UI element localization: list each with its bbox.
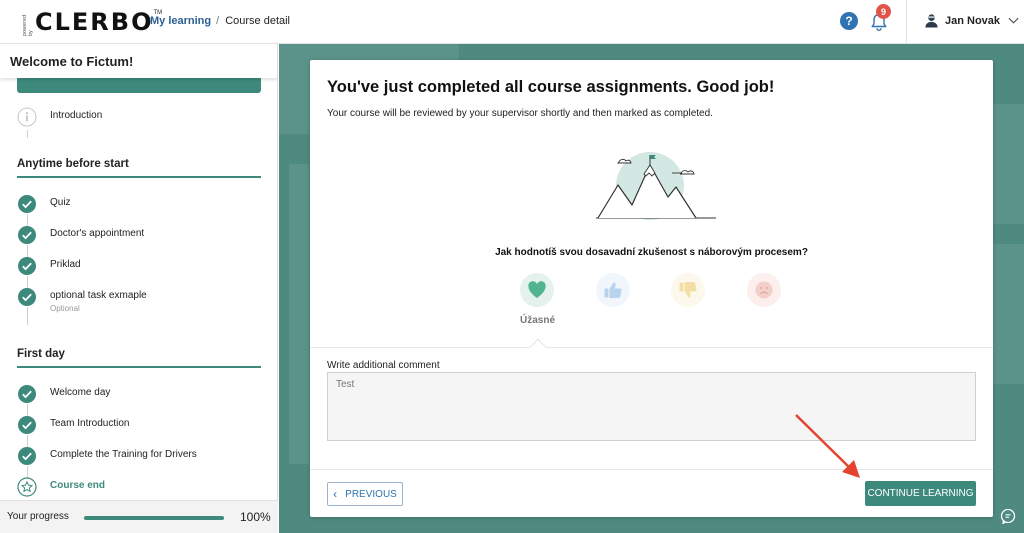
check-circle-icon	[18, 416, 36, 434]
breadcrumb-separator: /	[216, 15, 220, 27]
annotation-arrow-icon	[795, 414, 860, 478]
user-menu[interactable]: Jan Novak	[924, 13, 1019, 28]
sad-face-icon	[755, 281, 773, 299]
completion-card: You've just completed all course assignm…	[310, 60, 993, 517]
help-icon[interactable]: ?	[840, 12, 858, 30]
progress-label: Your progress	[7, 511, 69, 522]
course-sidebar: Welcome to Fictum! Introduction Anytime …	[0, 44, 278, 533]
rating-option-bad[interactable]	[671, 273, 705, 307]
progress-fill	[84, 516, 224, 520]
top-bar: powered by CLERBO TM My learning / Cours…	[0, 0, 1024, 44]
rating-option-good[interactable]	[596, 273, 630, 307]
rating-question: Jak hodnotíš svou dosavadní zkušenost s …	[495, 247, 808, 258]
star-icon	[17, 477, 37, 497]
check-circle-icon	[18, 288, 36, 306]
user-name: Jan Novak	[945, 14, 1001, 27]
sidebar-item-label: Course end	[50, 480, 106, 491]
sidebar-item-label: optional task exmaple Optional	[50, 287, 147, 315]
card-subtitle: Your course will be reviewed by your sup…	[327, 108, 713, 119]
logo-text: CLERBO	[35, 8, 154, 36]
sidebar-item-label: Doctor's appointment	[50, 228, 145, 239]
check-circle-icon	[18, 226, 36, 244]
check-circle-icon	[18, 195, 36, 213]
rating-option-terrible[interactable]	[747, 273, 781, 307]
info-icon	[17, 107, 37, 127]
progress-value: 100%	[240, 510, 271, 524]
previous-button-label: PREVIOUS	[345, 488, 397, 500]
chat-icon[interactable]	[1000, 508, 1016, 524]
avatar	[925, 14, 938, 28]
comment-input[interactable]	[327, 372, 976, 441]
continue-learning-button[interactable]: CONTINUE LEARNING	[865, 481, 976, 506]
previous-button[interactable]: ‹ PREVIOUS	[327, 482, 403, 506]
sidebar-item-label: Team Introduction	[50, 418, 130, 429]
section-first-day: First day	[17, 348, 261, 368]
header-divider	[906, 0, 907, 44]
sidebar-item-label: Introduction	[50, 110, 103, 121]
logo-tagline: powered by	[22, 14, 34, 36]
sidebar-item-introduction[interactable]: Introduction	[17, 107, 102, 135]
rating-option-amazing[interactable]	[520, 273, 554, 307]
breadcrumb-current: Course detail	[225, 15, 291, 27]
sidebar-item-quiz[interactable]: Quiz	[17, 194, 71, 222]
optional-tag: Optional	[50, 304, 80, 313]
progress-bar	[84, 516, 224, 520]
sidebar-item-label: Quiz	[50, 197, 71, 208]
thumbs-down-icon	[679, 281, 697, 298]
mountain-illustration	[596, 152, 716, 220]
selection-pointer	[529, 338, 547, 356]
course-title: Welcome to Fictum!	[0, 44, 277, 78]
sidebar-item-title: optional task exmaple	[50, 290, 147, 301]
breadcrumb: My learning / Course detail	[150, 15, 290, 27]
comment-label: Write additional comment	[327, 360, 440, 371]
sidebar-item-welcome-day[interactable]: Welcome day	[17, 384, 110, 412]
thumbs-up-icon	[604, 282, 622, 299]
rating-selected-label: Úžasné	[520, 315, 556, 326]
check-circle-icon	[18, 447, 36, 465]
check-circle-icon	[18, 385, 36, 403]
progress-footer: Your progress 100%	[0, 500, 278, 533]
sidebar-item-optional-task[interactable]: optional task exmaple Optional	[17, 287, 147, 315]
chevron-left-icon: ‹	[333, 487, 338, 501]
clerbo-logo[interactable]: powered by CLERBO TM	[22, 8, 162, 36]
breadcrumb-my-learning[interactable]: My learning	[150, 15, 211, 27]
sidebar-item-team-introduction[interactable]: Team Introduction	[17, 415, 130, 443]
divider	[310, 469, 993, 470]
sidebar-item-label: Welcome day	[50, 387, 111, 398]
sidebar-item-label: Complete the Training for Drivers	[50, 449, 197, 460]
sidebar-item-priklad[interactable]: Priklad	[17, 256, 81, 284]
sidebar-item-doctors-appointment[interactable]: Doctor's appointment	[17, 225, 144, 253]
divider	[310, 347, 993, 348]
section-anytime-before-start: Anytime before start	[17, 158, 261, 178]
heart-icon	[528, 281, 546, 298]
course-header-bar	[17, 78, 261, 93]
chevron-down-icon[interactable]	[1008, 17, 1019, 24]
sidebar-item-label: Priklad	[50, 259, 81, 270]
notification-badge: 9	[876, 4, 891, 19]
sidebar-item-training-for-drivers[interactable]: Complete the Training for Drivers	[17, 446, 197, 474]
check-circle-icon	[18, 257, 36, 275]
card-title: You've just completed all course assignm…	[327, 78, 775, 96]
